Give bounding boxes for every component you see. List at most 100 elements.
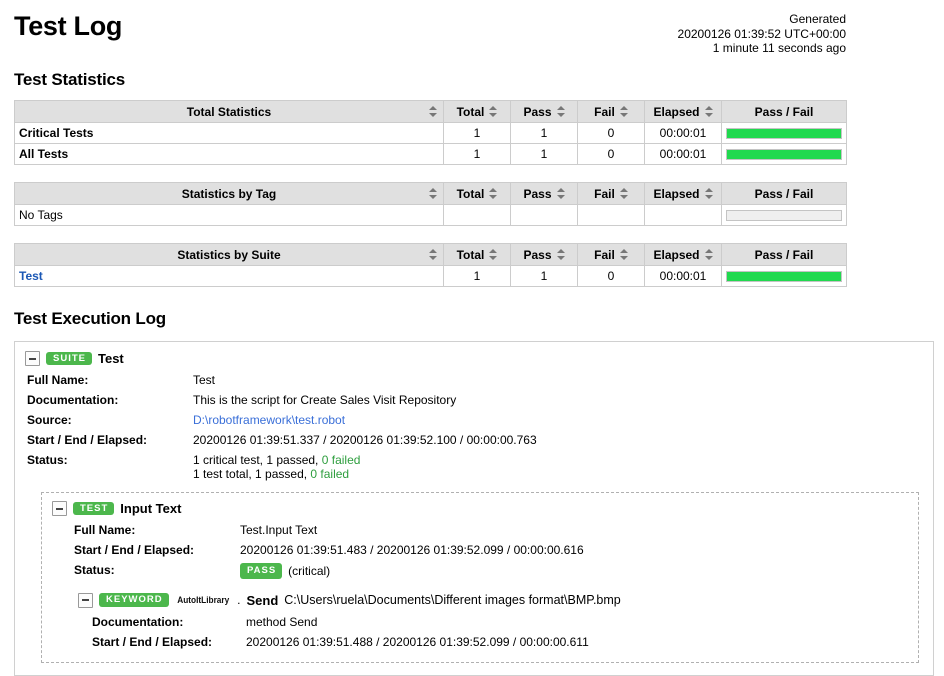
meta-value: D:\robotframework\test.robot bbox=[193, 410, 537, 430]
cell-elapsed: 00:00:01 bbox=[644, 122, 722, 144]
meta-value: 20200126 01:39:51.488 / 20200126 01:39:5… bbox=[246, 634, 589, 649]
column-header-label: Pass bbox=[511, 248, 577, 262]
column-header-pass[interactable]: Pass bbox=[510, 182, 578, 205]
column-header-pass[interactable]: Pass bbox=[510, 100, 578, 123]
label-text: Elapsed bbox=[653, 104, 700, 119]
suite-body: Full Name: Test Documentation: This is t… bbox=[15, 370, 933, 663]
column-header-fail[interactable]: Fail bbox=[577, 100, 645, 123]
keyword-badge: KEYWORD bbox=[99, 593, 169, 607]
column-header-pass-fail: Pass / Fail bbox=[721, 100, 847, 123]
meta-row: Status: PASS (critical) bbox=[62, 560, 584, 582]
meta-row: Start / End / Elapsed: 20200126 01:39:51… bbox=[78, 632, 589, 652]
status-critical-failed: 0 failed bbox=[321, 453, 361, 467]
meta-row: Start / End / Elapsed: 20200126 01:39:51… bbox=[27, 430, 537, 450]
column-header-total[interactable]: Total bbox=[443, 243, 511, 266]
cell-total: 1 bbox=[443, 122, 511, 144]
column-header-elapsed[interactable]: Elapsed bbox=[644, 182, 722, 205]
statistics-table: Total Statistics Total Pass Fail Elapsed Pass… bbox=[14, 100, 847, 165]
column-header-pass[interactable]: Pass bbox=[510, 243, 578, 266]
meta-value: This is the script for Create Sales Visi… bbox=[193, 393, 457, 407]
sort-arrows-icon[interactable] bbox=[429, 188, 437, 199]
column-header-label: Total Statistics bbox=[186, 104, 272, 119]
pass-fail-bar bbox=[726, 270, 842, 282]
statistics-tables: Total Statistics Total Pass Fail Elapsed Pass… bbox=[14, 100, 934, 287]
test-body: Full Name: Test.Input Text Start / End /… bbox=[52, 520, 918, 656]
keyword-header[interactable]: KEYWORD AutoItLibrary . Send C:\Users\ru… bbox=[78, 590, 918, 611]
label-text: Total bbox=[456, 104, 485, 119]
meta-label: Start / End / Elapsed: bbox=[74, 543, 195, 557]
column-header-fail[interactable]: Fail bbox=[577, 243, 645, 266]
column-header-label: Elapsed bbox=[645, 248, 721, 262]
row-label[interactable]: Test bbox=[14, 265, 444, 287]
sort-arrows-icon[interactable] bbox=[704, 249, 713, 260]
status-line-critical: 1 critical test, 1 passed, 0 failed bbox=[193, 453, 537, 467]
suite-collapse-toggle[interactable] bbox=[25, 351, 40, 366]
meta-value: Test bbox=[193, 373, 216, 387]
sort-arrows-icon[interactable] bbox=[429, 249, 437, 260]
cell-fail: 0 bbox=[577, 143, 645, 165]
pass-fail-bar bbox=[726, 209, 842, 221]
cell-elapsed: 00:00:01 bbox=[644, 265, 722, 287]
label-text: Pass / Fail bbox=[754, 104, 814, 119]
label-text: Fail bbox=[594, 104, 615, 119]
column-header-elapsed[interactable]: Elapsed bbox=[644, 243, 722, 266]
test-metadata: Full Name: Test.Input Text Start / End /… bbox=[62, 520, 584, 582]
column-header-label: Elapsed bbox=[645, 105, 721, 119]
cell-fail: 0 bbox=[577, 265, 645, 287]
sort-arrows-icon[interactable] bbox=[489, 106, 498, 117]
keyword-node: KEYWORD AutoItLibrary . Send C:\Users\ru… bbox=[78, 588, 918, 656]
label-text: Pass bbox=[523, 247, 552, 262]
suite-stat-link[interactable]: Test bbox=[19, 269, 43, 283]
sort-arrows-icon[interactable] bbox=[704, 188, 713, 199]
test-statistics-heading: Test Statistics bbox=[14, 70, 126, 89]
cell-elapsed bbox=[644, 204, 722, 226]
column-header-label: Pass / Fail bbox=[722, 105, 846, 119]
suite-badge: SUITE bbox=[46, 351, 92, 366]
sort-arrows-icon[interactable] bbox=[556, 188, 565, 199]
column-header-name[interactable]: Statistics by Tag bbox=[14, 182, 444, 205]
keyword-collapse-toggle[interactable] bbox=[78, 592, 93, 608]
table-row: All Tests 1 1 0 00:00:01 bbox=[14, 143, 847, 165]
test-collapse-toggle[interactable] bbox=[52, 501, 67, 516]
sort-arrows-icon[interactable] bbox=[489, 249, 498, 260]
sort-arrows-icon[interactable] bbox=[429, 106, 437, 117]
status-total-failed: 0 failed bbox=[310, 467, 350, 481]
column-header-fail[interactable]: Fail bbox=[577, 182, 645, 205]
meta-row: Status: 1 critical test, 1 passed, 0 fai… bbox=[27, 450, 537, 484]
column-header-name[interactable]: Statistics by Suite bbox=[14, 243, 444, 266]
label-text: Fail bbox=[594, 186, 615, 201]
sort-arrows-icon[interactable] bbox=[489, 188, 498, 199]
sort-arrows-icon[interactable] bbox=[619, 106, 628, 117]
suite-metadata: Full Name: Test Documentation: This is t… bbox=[27, 370, 537, 484]
cell-pass-fail-bar bbox=[721, 143, 847, 165]
sort-arrows-icon[interactable] bbox=[619, 249, 628, 260]
column-header-label: Pass bbox=[511, 105, 577, 119]
column-header-total[interactable]: Total bbox=[443, 182, 511, 205]
row-label: Critical Tests bbox=[14, 122, 444, 144]
meta-label: Start / End / Elapsed: bbox=[92, 634, 213, 649]
source-link[interactable]: D:\robotframework\test.robot bbox=[193, 413, 345, 427]
sort-arrows-icon[interactable] bbox=[556, 106, 565, 117]
test-header[interactable]: TEST Input Text bbox=[52, 498, 918, 519]
sort-arrows-icon[interactable] bbox=[704, 106, 713, 117]
column-header-label: Fail bbox=[578, 105, 644, 119]
table-row: Test 1 1 0 00:00:01 bbox=[14, 265, 847, 287]
label-text: Total bbox=[456, 186, 485, 201]
column-header-name[interactable]: Total Statistics bbox=[14, 100, 444, 123]
row-label: No Tags bbox=[14, 204, 444, 226]
column-header-total[interactable]: Total bbox=[443, 100, 511, 123]
column-header-pass-fail: Pass / Fail bbox=[721, 182, 847, 205]
column-header-pass-fail: Pass / Fail bbox=[721, 243, 847, 266]
label-text: Elapsed bbox=[653, 247, 700, 262]
column-header-elapsed[interactable]: Elapsed bbox=[644, 100, 722, 123]
meta-label: Status: bbox=[74, 563, 115, 577]
status-line-total: 1 test total, 1 passed, 0 failed bbox=[193, 467, 537, 481]
label-text: Elapsed bbox=[653, 186, 700, 201]
sort-arrows-icon[interactable] bbox=[619, 188, 628, 199]
keyword-name: Send bbox=[246, 592, 279, 608]
meta-label: Status: bbox=[27, 453, 68, 467]
label-text: Pass bbox=[523, 104, 552, 119]
keyword-separator: . bbox=[237, 593, 241, 607]
sort-arrows-icon[interactable] bbox=[556, 249, 565, 260]
suite-header[interactable]: SUITE Test bbox=[15, 348, 933, 369]
